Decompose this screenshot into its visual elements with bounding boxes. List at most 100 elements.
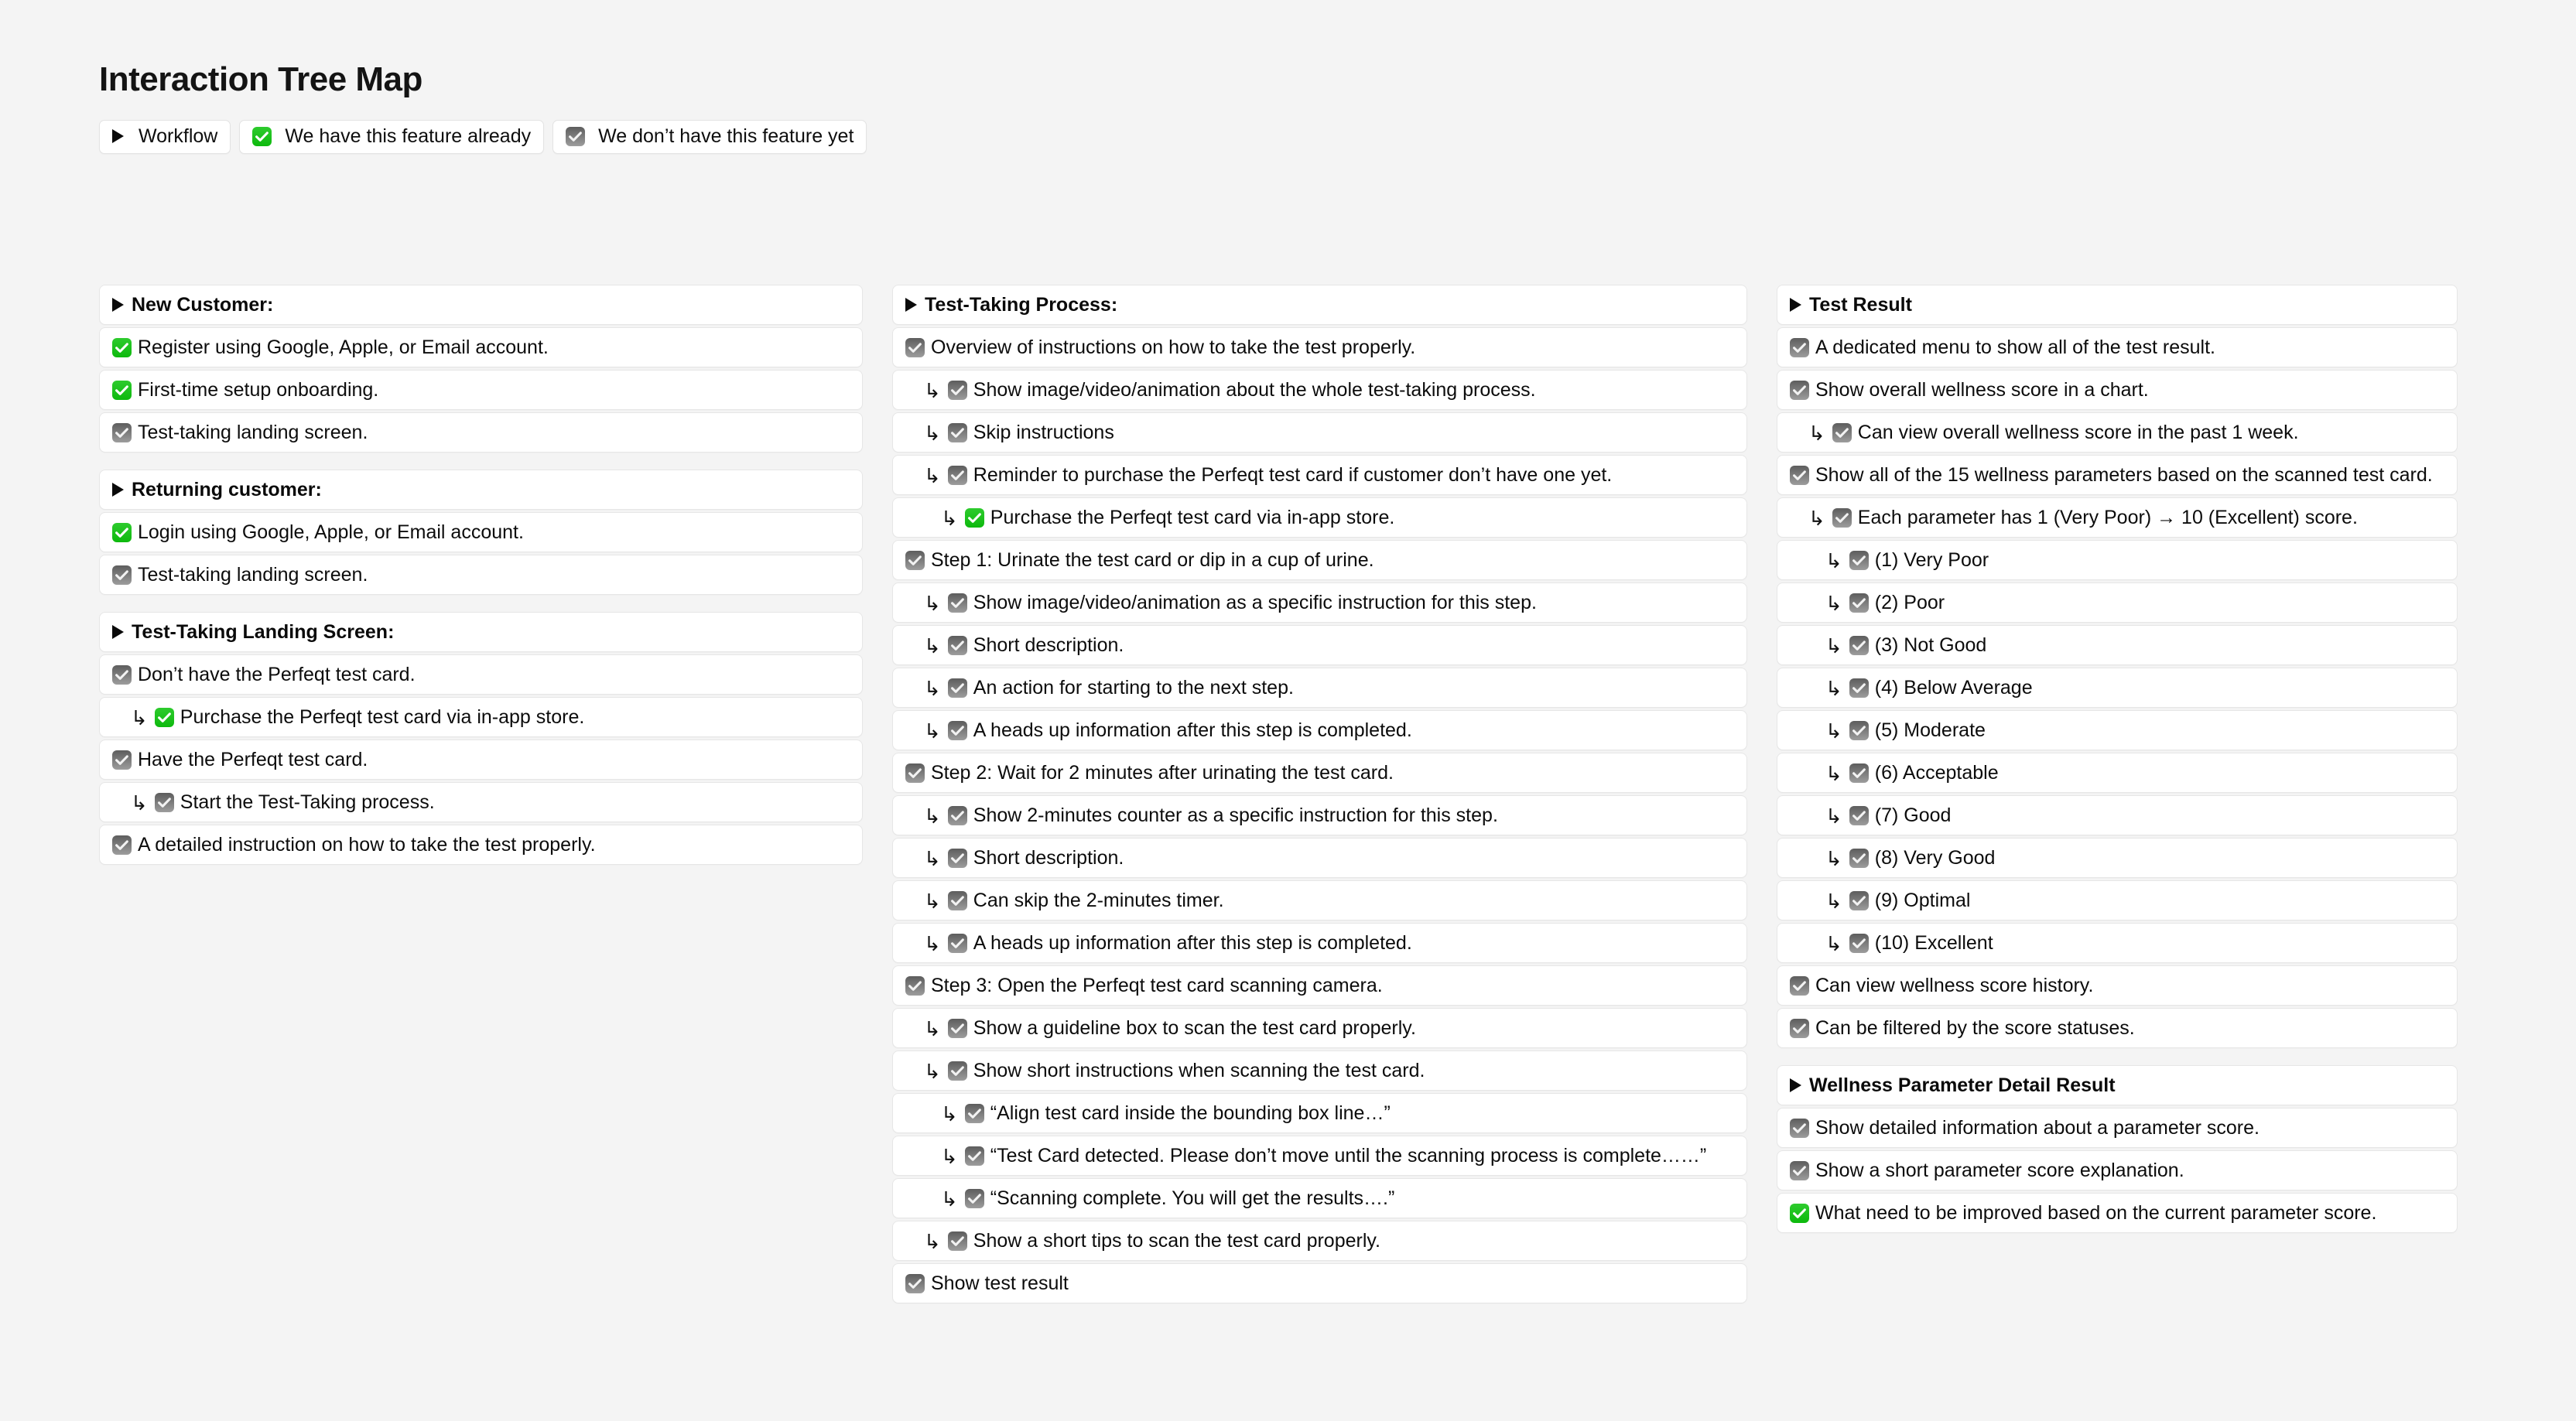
gray-check-icon xyxy=(1832,507,1852,528)
tree-group-header[interactable]: Wellness Parameter Detail Result xyxy=(1777,1065,2458,1105)
tree-item-row[interactable]: ↳ (7) Good xyxy=(1777,795,2458,835)
tree-item-row[interactable]: Step 1: Urinate the test card or dip in … xyxy=(892,540,1747,580)
tree-item-row[interactable]: Show all of the 15 wellness parameters b… xyxy=(1777,455,2458,495)
tree-item-row[interactable]: ↳ Show 2-minutes counter as a specific in… xyxy=(892,795,1747,835)
tree-item-row[interactable]: Step 2: Wait for 2 minutes after urinati… xyxy=(892,753,1747,793)
tree-item-label: Show a short parameter score explanation… xyxy=(1815,1159,2184,1181)
tree-item-row[interactable]: Test-taking landing screen. xyxy=(99,412,863,453)
row-content: ↳ A heads up information after this step … xyxy=(905,933,1412,954)
tree-item-row[interactable]: Can be filtered by the score statuses. xyxy=(1777,1008,2458,1048)
page-header: Interaction Tree Map Workflow We have thi… xyxy=(99,60,867,154)
tree-item-row[interactable]: ↳ (1) Very Poor xyxy=(1777,540,2458,580)
row-content: ↳ Show 2-minutes counter as a specific in… xyxy=(905,805,1498,826)
tree-item-row[interactable]: ↳ (2) Poor xyxy=(1777,582,2458,623)
tree-item-label: Show image/video/animation as a specific… xyxy=(973,591,1537,613)
tree-item-row[interactable]: ↳ “Test Card detected. Please don’t move … xyxy=(892,1136,1747,1176)
tree-item-label: Reminder to purchase the Perfeqt test ca… xyxy=(973,463,1613,486)
legend-chip-0[interactable]: Workflow xyxy=(99,119,231,154)
tree-item-row[interactable]: Register using Google, Apple, or Email a… xyxy=(99,327,863,367)
row-content: Show overall wellness score in a chart. xyxy=(1790,380,2149,400)
tree-item-row[interactable]: Don’t have the Perfeqt test card. xyxy=(99,654,863,695)
tree-item-row[interactable]: A dedicated menu to show all of the test… xyxy=(1777,327,2458,367)
tree-item-row[interactable]: Show overall wellness score in a chart. xyxy=(1777,370,2458,410)
tree-item-row[interactable]: ↳ Show short instructions when scanning t… xyxy=(892,1050,1747,1091)
tree-item-row[interactable]: ↳ A heads up information after this step … xyxy=(892,710,1747,750)
row-content: ↳ (8) Very Good xyxy=(1790,848,1995,869)
tree-group-header[interactable]: Test-Taking Landing Screen: xyxy=(99,612,863,652)
tree-item-row[interactable]: ↳ “Align test card inside the bounding bo… xyxy=(892,1093,1747,1133)
tree-item-row[interactable]: ↳ Reminder to purchase the Perfeqt test c… xyxy=(892,455,1747,495)
row-content: Don’t have the Perfeqt test card. xyxy=(112,664,416,685)
tree-group-header[interactable]: Test Result xyxy=(1777,285,2458,325)
tree-item-row[interactable]: ↳ (10) Excellent xyxy=(1777,923,2458,963)
tree-item-row[interactable]: Show a short parameter score explanation… xyxy=(1777,1150,2458,1190)
gray-check-icon xyxy=(1849,635,1869,655)
tree-item-row[interactable]: ↳ (6) Acceptable xyxy=(1777,753,2458,793)
tree-item-row[interactable]: ↳ Start the Test-Taking process. xyxy=(99,782,863,822)
tree-item-row[interactable]: ↳ Show a short tips to scan the test card… xyxy=(892,1221,1747,1261)
tree-item-row[interactable]: ↳ Short description. xyxy=(892,625,1747,665)
tree-item-row[interactable]: ↳ Show image/video/animation about the wh… xyxy=(892,370,1747,410)
legend-chip-1[interactable]: We have this feature already xyxy=(239,119,545,154)
tree-item-row[interactable]: ↳ Short description. xyxy=(892,838,1747,878)
tree-item-row[interactable]: ↳ Purchase the Perfeqt test card via in-a… xyxy=(99,697,863,737)
tree-item-row[interactable]: ↳ (5) Moderate xyxy=(1777,710,2458,750)
tree-item-row[interactable]: ↳ Can view overall wellness score in the … xyxy=(1777,412,2458,453)
tree-item-row[interactable]: ↳ Skip instructions xyxy=(892,412,1747,453)
tree-item-row[interactable]: ↳ (8) Very Good xyxy=(1777,838,2458,878)
tree-item-label: Login using Google, Apple, or Email acco… xyxy=(138,521,524,543)
gray-check-icon xyxy=(1790,1160,1809,1180)
row-content: ↳ Can skip the 2-minutes timer. xyxy=(905,890,1224,911)
child-branch-arrow-icon: ↳ xyxy=(924,592,941,615)
gray-check-icon xyxy=(947,465,967,485)
tree-item-label: “Align test card inside the bounding box… xyxy=(990,1102,1391,1124)
tree-item-row[interactable]: First-time setup onboarding. xyxy=(99,370,863,410)
tree-item-row[interactable]: ↳ A heads up information after this step … xyxy=(892,923,1747,963)
tree-item-row[interactable]: ↳ “Scanning complete. You will get the re… xyxy=(892,1178,1747,1218)
tree-item-row[interactable]: ↳ Purchase the Perfeqt test card via in-a… xyxy=(892,497,1747,538)
tree-group-header[interactable]: Returning customer: xyxy=(99,470,863,510)
group-header-label: Test-Taking Process: xyxy=(925,293,1118,316)
tree-item-row[interactable]: Have the Perfeqt test card. xyxy=(99,740,863,780)
gray-check-icon xyxy=(1849,933,1869,953)
tree-item-row[interactable]: What need to be improved based on the cu… xyxy=(1777,1193,2458,1233)
green-check-icon xyxy=(112,522,132,542)
tree-group-header[interactable]: Test-Taking Process: xyxy=(892,285,1747,325)
legend-chip-2[interactable]: We don’t have this feature yet xyxy=(552,119,867,154)
tree-item-label: “Test Card detected. Please don’t move u… xyxy=(990,1144,1707,1167)
row-content: ↳ Purchase the Perfeqt test card via in-a… xyxy=(112,707,584,728)
tree-item-row[interactable]: ↳ (3) Not Good xyxy=(1777,625,2458,665)
child-branch-arrow-icon: ↳ xyxy=(1825,677,1842,700)
row-content: A dedicated menu to show all of the test… xyxy=(1790,337,2215,357)
tree-item-row[interactable]: Overview of instructions on how to take … xyxy=(892,327,1747,367)
row-content: Can view wellness score history. xyxy=(1790,975,2093,996)
child-branch-arrow-icon: ↳ xyxy=(1825,592,1842,615)
child-branch-arrow-icon: ↳ xyxy=(941,1102,958,1126)
gray-check-icon xyxy=(947,848,967,868)
tree-item-row[interactable]: Test-taking landing screen. xyxy=(99,555,863,595)
tree-item-row[interactable]: ↳ Show a guideline box to scan the test c… xyxy=(892,1008,1747,1048)
tree-item-label: A detailed instruction on how to take th… xyxy=(138,833,596,856)
tree-item-row[interactable]: A detailed instruction on how to take th… xyxy=(99,825,863,865)
tree-group-header[interactable]: New Customer: xyxy=(99,285,863,325)
row-content: ↳ Show a guideline box to scan the test c… xyxy=(905,1018,1416,1039)
tree-item-label: Purchase the Perfeqt test card via in-ap… xyxy=(990,506,1395,528)
tree-item-row[interactable]: ↳ Each parameter has 1 (Very Poor) → 10 (… xyxy=(1777,497,2458,538)
tree-item-row[interactable]: Can view wellness score history. xyxy=(1777,965,2458,1006)
gray-check-icon xyxy=(112,565,132,585)
row-content: ↳ Skip instructions xyxy=(905,422,1114,443)
tree-item-row[interactable]: Step 3: Open the Perfeqt test card scann… xyxy=(892,965,1747,1006)
tree-item-row[interactable]: ↳ (4) Below Average xyxy=(1777,668,2458,708)
tree-item-row[interactable]: ↳ An action for starting to the next step… xyxy=(892,668,1747,708)
row-content: Wellness Parameter Detail Result xyxy=(1790,1075,2116,1095)
gray-check-icon xyxy=(1790,337,1809,357)
tree-item-row[interactable]: ↳ Show image/video/animation as a specifi… xyxy=(892,582,1747,623)
tree-item-row[interactable]: ↳ Can skip the 2-minutes timer. xyxy=(892,880,1747,921)
tree-item-row[interactable]: Show detailed information about a parame… xyxy=(1777,1108,2458,1148)
tree-item-row[interactable]: Show test result xyxy=(892,1263,1747,1303)
tree-item-row[interactable]: Login using Google, Apple, or Email acco… xyxy=(99,512,863,552)
col-new-customer: New Customer: Register using Google, Appl… xyxy=(99,285,863,867)
gray-check-icon xyxy=(947,1018,967,1038)
gray-check-icon xyxy=(1849,763,1869,783)
tree-item-row[interactable]: ↳ (9) Optimal xyxy=(1777,880,2458,921)
